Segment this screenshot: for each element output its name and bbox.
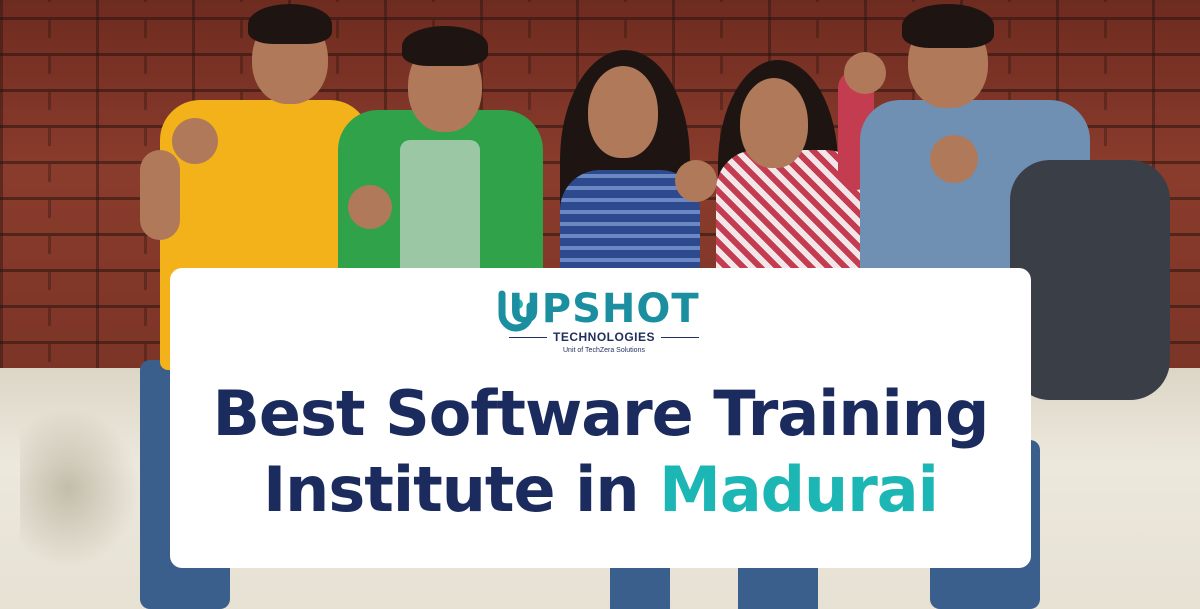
promo-card: UPSHOT TECHNOLOGIES Unit of TechZera Sol… xyxy=(170,268,1031,568)
headline-line-2: Institute in Madurai xyxy=(170,452,1031,528)
logo-brand-text: UPSHOT xyxy=(508,286,700,332)
upshot-logo: UPSHOT TECHNOLOGIES Unit of TechZera Sol… xyxy=(494,284,714,364)
logo-rule-right xyxy=(661,337,699,339)
logo-subtitle-text: TECHNOLOGIES xyxy=(552,330,655,344)
logo-unit-line: Unit of TechZera Solutions xyxy=(563,347,645,354)
headline: Best Software Training Institute in Madu… xyxy=(170,376,1031,528)
logo-rule-left xyxy=(508,337,547,339)
headline-line-2-prefix: Institute in xyxy=(263,453,660,526)
logo-subtitle: TECHNOLOGIES xyxy=(494,330,714,344)
headline-line-1: Best Software Training xyxy=(212,377,990,450)
headline-city-accent: Madurai xyxy=(659,453,939,526)
